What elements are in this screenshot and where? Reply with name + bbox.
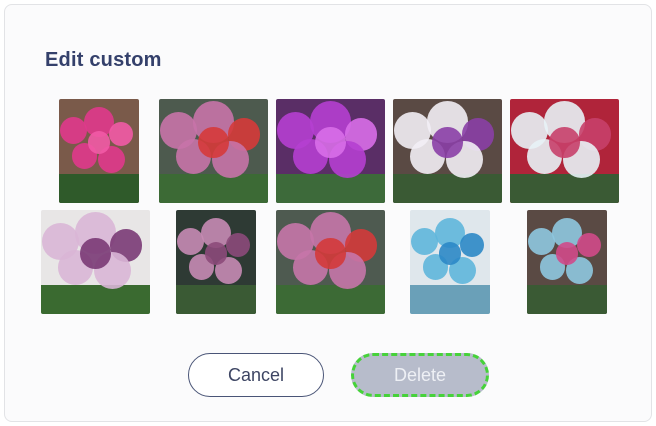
delete-button[interactable]: Delete: [351, 353, 489, 397]
photo-white-purple-orchids[interactable]: [393, 99, 502, 203]
photo-purple-orchids[interactable]: [276, 99, 385, 203]
photo-pink-orchids-greenhouse[interactable]: [159, 99, 268, 203]
photo-red-white-orchids[interactable]: [510, 99, 619, 203]
dialog-title: Edit custom: [45, 49, 162, 71]
photo-pink-orchid-planter[interactable]: [59, 99, 139, 203]
photo-blue-orchids[interactable]: [410, 210, 490, 314]
cancel-button[interactable]: Cancel: [188, 353, 324, 397]
photo-spotted-orchid-spray[interactable]: [41, 210, 150, 314]
edit-custom-dialog: Edit custom Cancel Delete: [4, 4, 652, 422]
photo-pink-orchids-greenhouse-2[interactable]: [276, 210, 385, 314]
photo-pink-orchid-stems[interactable]: [176, 210, 256, 314]
photo-blue-pink-orchids[interactable]: [527, 210, 607, 314]
